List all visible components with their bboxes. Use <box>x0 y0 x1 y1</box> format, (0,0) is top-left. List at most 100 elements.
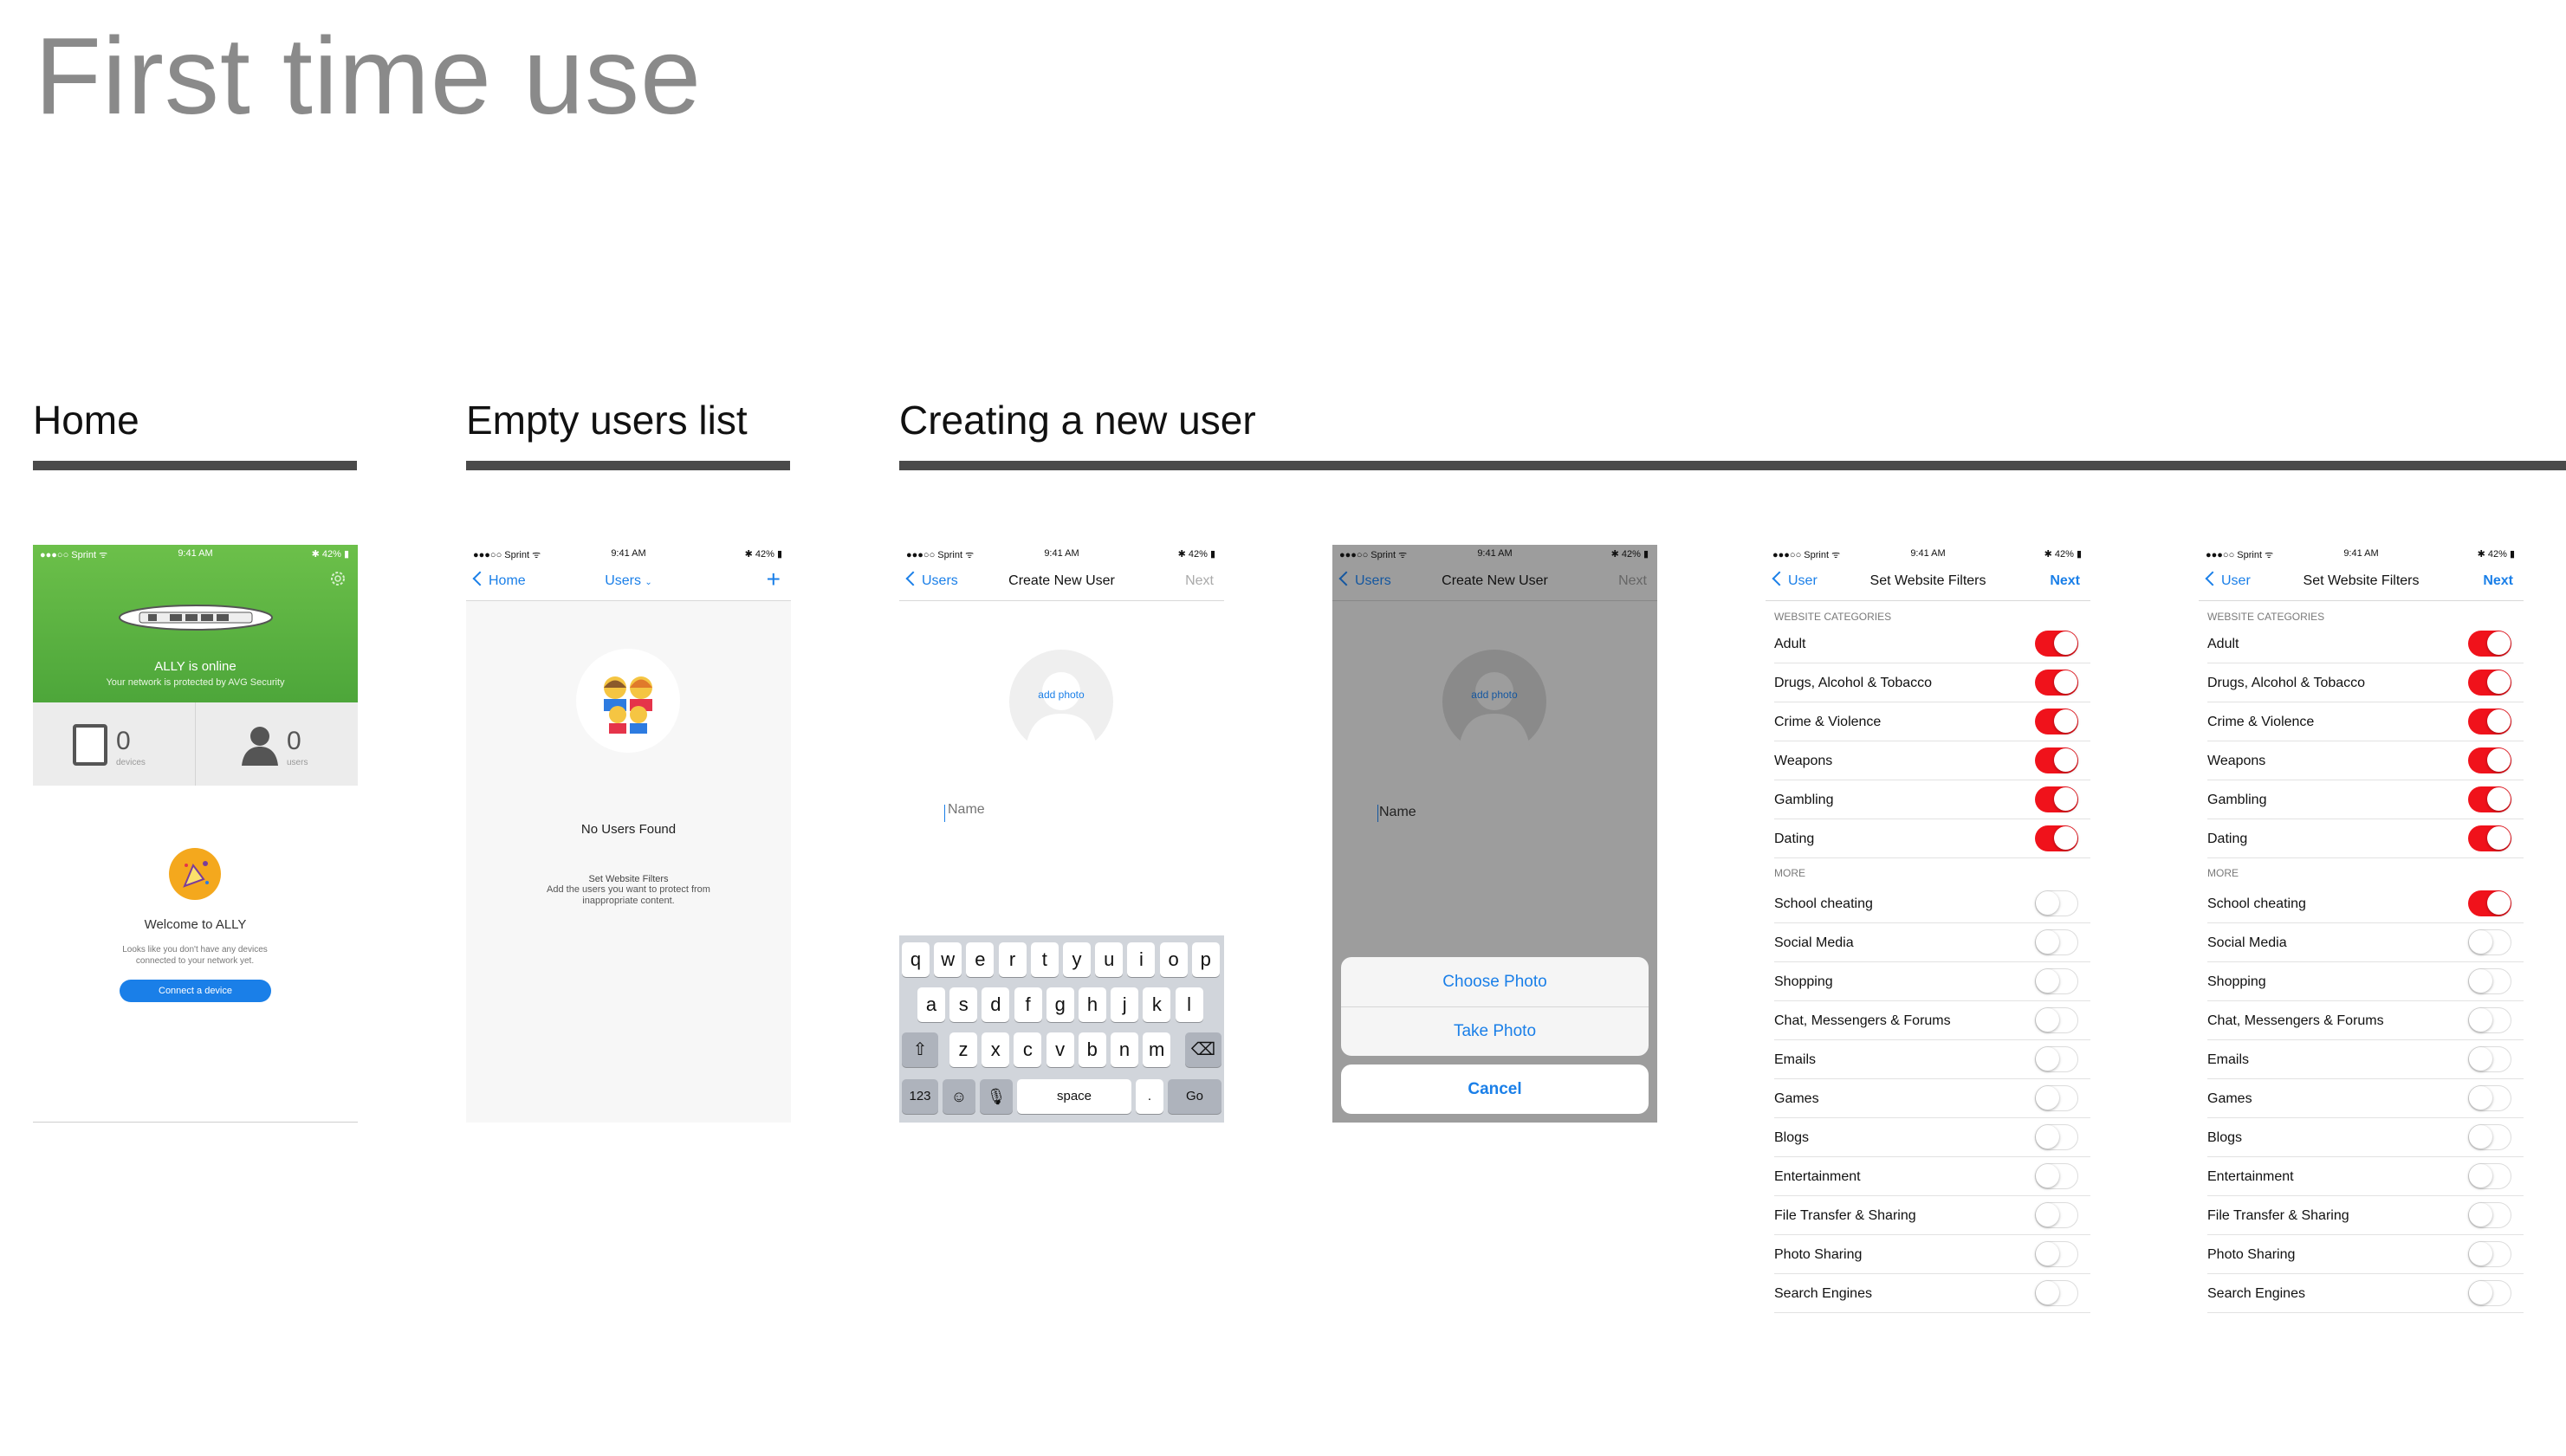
filter-row[interactable]: School cheating <box>2207 884 2524 923</box>
toggle-switch[interactable] <box>2035 1280 2078 1306</box>
key-a[interactable]: a <box>917 987 945 1022</box>
filter-row[interactable]: Gambling <box>2207 780 2524 819</box>
filter-row[interactable]: Photo Sharing <box>1774 1235 2090 1274</box>
key-j[interactable]: j <box>1111 987 1139 1022</box>
key-c[interactable]: c <box>1014 1032 1042 1067</box>
key-v[interactable]: v <box>1046 1032 1074 1067</box>
key-b[interactable]: b <box>1078 1032 1106 1067</box>
next-button[interactable]: Next <box>2483 573 2513 589</box>
key-l[interactable]: l <box>1175 987 1203 1022</box>
tablet-icon[interactable] <box>73 724 107 766</box>
filter-row[interactable]: Adult <box>1774 624 2090 663</box>
add-user-button[interactable]: + <box>767 566 781 593</box>
gear-icon[interactable] <box>328 569 347 588</box>
filter-row[interactable]: Weapons <box>1774 741 2090 780</box>
filter-row[interactable]: Shopping <box>2207 962 2524 1001</box>
toggle-switch[interactable] <box>2035 968 2078 994</box>
filter-row[interactable]: Drugs, Alcohol & Tobacco <box>2207 663 2524 702</box>
toggle-switch[interactable] <box>2468 670 2511 696</box>
filter-row[interactable]: File Transfer & Sharing <box>1774 1196 2090 1235</box>
key-x[interactable]: x <box>982 1032 1010 1067</box>
name-input[interactable]: Name <box>1379 805 1416 820</box>
filter-row[interactable]: Crime & Violence <box>1774 702 2090 741</box>
connect-device-button[interactable]: Connect a device <box>120 980 271 1002</box>
toggle-switch[interactable] <box>2468 929 2511 955</box>
next-button[interactable]: Next <box>1618 573 1647 589</box>
key-i[interactable]: i <box>1127 942 1156 977</box>
filter-row[interactable]: Games <box>2207 1079 2524 1118</box>
key-e[interactable]: e <box>966 942 995 977</box>
toggle-switch[interactable] <box>2468 1046 2511 1072</box>
choose-photo-button[interactable]: Choose Photo <box>1341 957 1649 1007</box>
cancel-button[interactable]: Cancel <box>1341 1064 1649 1114</box>
toggle-switch[interactable] <box>2468 1007 2511 1033</box>
filter-row[interactable]: Crime & Violence <box>2207 702 2524 741</box>
toggle-switch[interactable] <box>2468 747 2511 773</box>
space-key[interactable]: space <box>1017 1079 1131 1114</box>
key-r[interactable]: r <box>998 942 1027 977</box>
toggle-switch[interactable] <box>2035 890 2078 916</box>
mic-key[interactable]: 🎙 <box>980 1079 1013 1114</box>
toggle-switch[interactable] <box>2468 631 2511 657</box>
add-photo-button[interactable]: add photo <box>1442 650 1546 754</box>
filter-row[interactable]: Games <box>1774 1079 2090 1118</box>
key-y[interactable]: y <box>1063 942 1091 977</box>
toggle-switch[interactable] <box>2468 1163 2511 1189</box>
key-q[interactable]: q <box>902 942 930 977</box>
key-t[interactable]: t <box>1030 942 1059 977</box>
toggle-switch[interactable] <box>2035 1163 2078 1189</box>
key-u[interactable]: u <box>1095 942 1124 977</box>
add-photo-button[interactable]: add photo <box>1009 650 1113 754</box>
go-key[interactable]: Go <box>1168 1079 1221 1114</box>
key-g[interactable]: g <box>1046 987 1074 1022</box>
toggle-switch[interactable] <box>2035 786 2078 812</box>
filter-row[interactable]: Dating <box>2207 819 2524 858</box>
toggle-switch[interactable] <box>2468 1085 2511 1111</box>
backspace-key[interactable]: ⌫ <box>1185 1032 1221 1067</box>
toggle-switch[interactable] <box>2035 670 2078 696</box>
filter-row[interactable]: Social Media <box>2207 923 2524 962</box>
key-s[interactable]: s <box>949 987 978 1022</box>
next-button[interactable]: Next <box>2050 573 2080 589</box>
toggle-switch[interactable] <box>2035 1124 2078 1150</box>
toggle-switch[interactable] <box>2035 825 2078 851</box>
key-f[interactable]: f <box>1014 987 1042 1022</box>
filter-row[interactable]: Search Engines <box>1774 1274 2090 1313</box>
filter-row[interactable]: Emails <box>1774 1040 2090 1079</box>
toggle-switch[interactable] <box>2035 1007 2078 1033</box>
toggle-switch[interactable] <box>2035 1046 2078 1072</box>
toggle-switch[interactable] <box>2035 631 2078 657</box>
numbers-key[interactable]: 123 <box>902 1079 938 1114</box>
toggle-switch[interactable] <box>2468 1241 2511 1267</box>
filter-row[interactable]: Search Engines <box>2207 1274 2524 1313</box>
filter-row[interactable]: Blogs <box>1774 1118 2090 1157</box>
toggle-switch[interactable] <box>2468 786 2511 812</box>
key-h[interactable]: h <box>1079 987 1106 1022</box>
name-input[interactable] <box>946 801 1192 819</box>
filter-row[interactable]: Entertainment <box>2207 1157 2524 1196</box>
key-m[interactable]: m <box>1143 1032 1171 1067</box>
filter-row[interactable]: Emails <box>2207 1040 2524 1079</box>
toggle-switch[interactable] <box>2035 1085 2078 1111</box>
toggle-switch[interactable] <box>2468 1124 2511 1150</box>
key-p[interactable]: p <box>1191 942 1220 977</box>
toggle-switch[interactable] <box>2468 890 2511 916</box>
dot-key[interactable]: . <box>1136 1079 1163 1114</box>
filter-row[interactable]: Entertainment <box>1774 1157 2090 1196</box>
shift-key[interactable]: ⇧ <box>902 1032 938 1067</box>
user-silhouette-icon[interactable] <box>238 724 282 766</box>
filter-row[interactable]: File Transfer & Sharing <box>2207 1196 2524 1235</box>
toggle-switch[interactable] <box>2468 1202 2511 1228</box>
toggle-switch[interactable] <box>2035 1202 2078 1228</box>
toggle-switch[interactable] <box>2468 709 2511 734</box>
filter-row[interactable]: Drugs, Alcohol & Tobacco <box>1774 663 2090 702</box>
toggle-switch[interactable] <box>2035 747 2078 773</box>
key-n[interactable]: n <box>1111 1032 1138 1067</box>
filter-row[interactable]: Blogs <box>2207 1118 2524 1157</box>
toggle-switch[interactable] <box>2468 825 2511 851</box>
filter-row[interactable]: Adult <box>2207 624 2524 663</box>
filter-row[interactable]: Chat, Messengers & Forums <box>2207 1001 2524 1040</box>
filter-row[interactable]: Chat, Messengers & Forums <box>1774 1001 2090 1040</box>
key-w[interactable]: w <box>934 942 962 977</box>
key-k[interactable]: k <box>1143 987 1171 1022</box>
